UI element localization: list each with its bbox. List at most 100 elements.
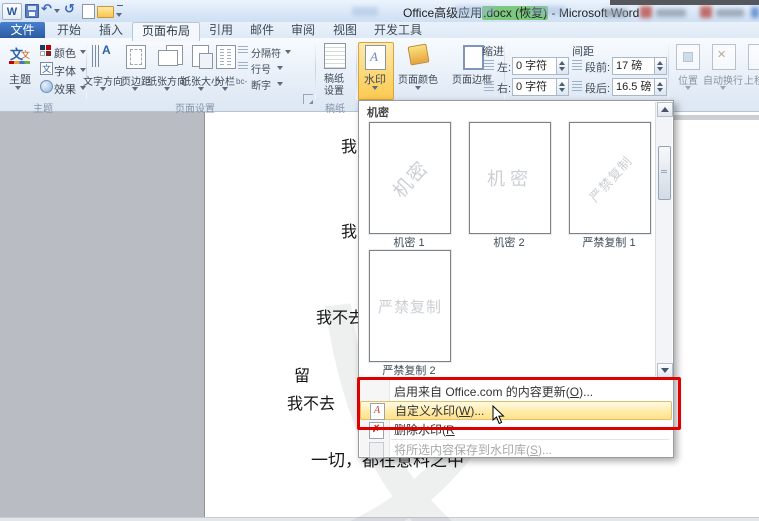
indent-right-field-label: 右: — [497, 80, 511, 96]
save-icon[interactable] — [25, 4, 39, 18]
thumbnail-watermark-text: 严禁复制 — [378, 296, 442, 317]
blurred-artifact — [656, 9, 686, 17]
watermark-thumbnail-no-copy-2[interactable]: 严禁复制 — [369, 250, 451, 362]
tab-review[interactable]: 审阅 — [284, 22, 322, 38]
spacing-after-field-label: 段后: — [585, 80, 610, 96]
undo-icon: ↶ — [41, 1, 52, 16]
thumbnail-label: 严禁复制 1 — [567, 234, 651, 250]
tab-view[interactable]: 视图 — [326, 22, 364, 38]
group-separator — [86, 41, 87, 99]
breaks-arrow[interactable] — [285, 50, 291, 54]
thumbnail-label: 严禁复制 2 — [367, 362, 451, 378]
hyphenation-arrow[interactable] — [277, 82, 283, 86]
watermark-thumbnail-confidential-1[interactable]: 机密 — [369, 122, 451, 234]
document-text-line: 留 — [294, 362, 310, 386]
scroll-up-icon — [661, 107, 669, 112]
word-window: 乂 我 我 我不去想 留 我不去 一切，都在意料之中 W ↶ ↺ Office高… — [0, 0, 759, 521]
columns-arrow[interactable] — [222, 87, 228, 91]
annotation-highlight-box — [357, 377, 681, 430]
margins-arrow[interactable] — [132, 87, 138, 91]
spacing-after-icon — [572, 81, 582, 91]
blurred-artifact — [352, 7, 378, 16]
orientation-arrow[interactable] — [164, 87, 170, 91]
line-numbers-button[interactable]: 行号 — [251, 61, 271, 76]
scroll-down-button[interactable] — [657, 363, 673, 378]
undo-button[interactable]: ↶ — [41, 2, 60, 16]
indent-label: 缩进 — [482, 43, 504, 59]
bring-forward-icon — [748, 44, 759, 70]
tab-references[interactable]: 引用 — [202, 22, 240, 38]
indent-right-icon — [484, 81, 494, 91]
bring-forward-button: 上移 — [744, 72, 759, 87]
qat-customize-button[interactable] — [116, 5, 123, 20]
position-button: 位置 — [676, 72, 700, 87]
ribbon-shadow-line — [673, 115, 759, 120]
watermark-dropdown-arrow[interactable] — [372, 86, 378, 90]
indent-left-icon — [484, 60, 494, 70]
text-direction-arrow[interactable] — [100, 87, 106, 91]
page-setup-group-label: 页面设置 — [88, 100, 302, 110]
breaks-icon — [238, 46, 248, 55]
wrap-text-button: 自动换行 — [701, 72, 745, 87]
document-text-line: 我不去 — [287, 390, 335, 414]
spacing-label: 间距 — [572, 43, 594, 59]
open-file-icon[interactable] — [97, 6, 114, 18]
orientation-icon — [158, 45, 182, 67]
page-setup-dialog-launcher[interactable] — [303, 94, 313, 104]
page-color-arrow[interactable] — [415, 86, 421, 90]
margins-icon — [126, 45, 146, 69]
text-direction-icon: A — [92, 45, 112, 67]
tab-home[interactable]: 开始 — [50, 22, 88, 38]
menu-item-text: 将所选内容保存到水印库( — [394, 441, 530, 458]
page-borders-icon — [463, 45, 484, 70]
indent-right-input[interactable]: 0 字符 — [512, 78, 559, 96]
spacing-before-input[interactable]: 17 磅 — [612, 57, 657, 75]
blurred-artifact — [603, 9, 627, 17]
page-color-button[interactable]: 页面颜色 — [394, 71, 442, 86]
blurred-artifact — [700, 6, 712, 18]
themes-dropdown-arrow[interactable] — [15, 86, 21, 90]
spacing-before-field-label: 段前: — [585, 59, 610, 75]
theme-colors-button[interactable]: 颜色 — [54, 45, 76, 61]
indent-left-stepper[interactable] — [556, 57, 569, 75]
tab-developer[interactable]: 开发工具 — [368, 22, 428, 38]
indent-right-stepper[interactable] — [556, 78, 569, 96]
manuscript-grid-icon — [324, 43, 346, 69]
tab-page-layout[interactable]: 页面布局 — [132, 22, 200, 41]
page-color-icon — [407, 43, 429, 65]
hyphenation-button[interactable]: 断字 — [251, 77, 271, 92]
spacing-after-input[interactable]: 16.5 磅 — [612, 78, 657, 96]
columns-icon — [216, 45, 236, 69]
new-document-icon[interactable] — [82, 4, 95, 19]
watermark-button-label[interactable]: 水印 — [360, 71, 390, 87]
spacing-before-stepper[interactable] — [654, 57, 667, 75]
word-logo-icon: W — [2, 3, 22, 20]
theme-fonts-button[interactable]: 字体 — [54, 63, 76, 79]
gallery-scrollbar[interactable] — [655, 102, 672, 376]
tab-file[interactable]: 文件 — [0, 22, 45, 38]
breaks-button[interactable]: 分隔符 — [251, 45, 281, 60]
line-numbers-arrow[interactable] — [277, 66, 283, 70]
watermark-thumbnail-no-copy-1[interactable]: 严禁复制 — [569, 122, 651, 234]
spacing-after-stepper[interactable] — [654, 78, 667, 96]
tab-mailings[interactable]: 邮件 — [244, 22, 280, 38]
scroll-up-button[interactable] — [657, 102, 673, 117]
tab-insert[interactable]: 插入 — [92, 22, 130, 38]
indent-left-input[interactable]: 0 字符 — [512, 57, 559, 75]
page-size-icon — [192, 45, 214, 67]
theme-effects-button[interactable]: 效果 — [54, 81, 76, 97]
manuscript-group-label: 稿纸 — [316, 100, 354, 110]
watermark-thumbnail-confidential-2[interactable]: 机密 — [469, 122, 551, 234]
page-size-arrow[interactable] — [198, 87, 204, 91]
redo-icon[interactable]: ↺ — [64, 2, 75, 15]
undo-dropdown-arrow[interactable] — [54, 9, 60, 13]
thumbnail-watermark-text: 机密 — [386, 153, 434, 202]
mouse-cursor — [492, 405, 506, 425]
thumbnail-label: 机密 1 — [367, 234, 451, 250]
manuscript-settings-button-line2[interactable]: 设置 — [322, 82, 346, 97]
text-direction-button[interactable]: 文字方向 — [82, 73, 124, 88]
themes-button[interactable]: 主题 — [3, 71, 37, 87]
scrollbar-thumb[interactable] — [658, 146, 671, 200]
columns-button[interactable]: 分栏 — [212, 73, 238, 88]
document-text-line: 我 — [341, 218, 357, 242]
